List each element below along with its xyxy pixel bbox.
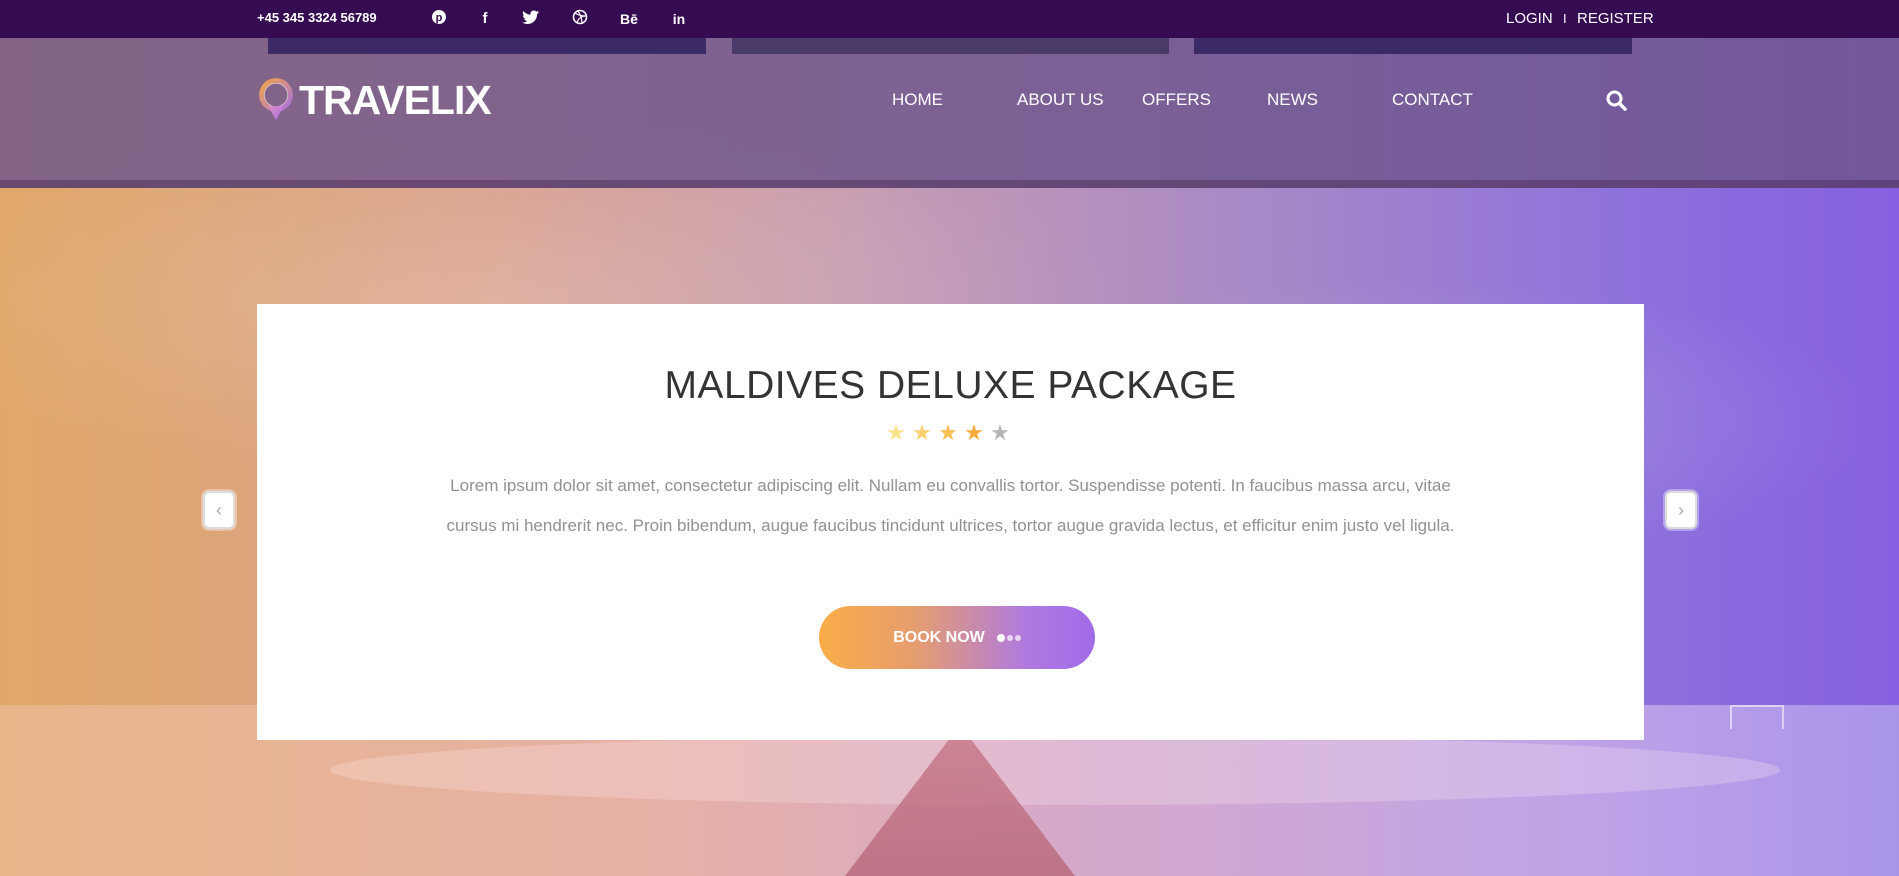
nav-home[interactable]: HOME <box>892 90 943 110</box>
twitter-icon[interactable] <box>519 9 543 29</box>
search-icon[interactable] <box>1604 88 1630 114</box>
star-icon: ★ <box>938 420 958 445</box>
facebook-icon[interactable]: f <box>473 9 497 29</box>
book-now-button[interactable]: BOOK NOW <box>819 606 1095 669</box>
hut <box>1730 705 1784 729</box>
book-now-label: BOOK NOW <box>893 628 985 646</box>
register-link[interactable]: REGISTER <box>1577 10 1654 27</box>
nav-news[interactable]: NEWS <box>1267 90 1318 110</box>
login-link[interactable]: LOGIN <box>1506 10 1553 27</box>
star-icon: ★ <box>912 420 932 445</box>
location-pin-icon <box>257 76 297 124</box>
nav-about-us[interactable]: ABOUT US <box>1017 90 1104 110</box>
star-icon: ★ <box>990 420 1010 445</box>
nav-offers[interactable]: OFFERS <box>1142 90 1211 110</box>
logo[interactable]: TRAVELIX <box>257 70 492 130</box>
header-thumbnail <box>268 38 706 54</box>
offer-description: Lorem ipsum dolor sit amet, consectetur … <box>446 476 1455 535</box>
linkedin-icon[interactable]: in <box>667 9 691 29</box>
sandbank <box>330 735 1780 805</box>
pinterest-icon[interactable]: p <box>427 9 451 29</box>
header-thumbnail <box>1194 38 1632 54</box>
auth-separator: I <box>1563 11 1567 26</box>
logo-text: TRAVELIX <box>299 76 492 123</box>
dribbble-icon[interactable] <box>568 9 592 29</box>
header-divider <box>0 180 1899 188</box>
svg-text:f: f <box>483 10 489 25</box>
offer-card: MALDIVES DELUXE PACKAGE ★ ★ ★ ★ ★ Lorem … <box>257 304 1644 740</box>
offer-title: MALDIVES DELUXE PACKAGE <box>664 364 1237 407</box>
slider-next-button[interactable]: › <box>1665 491 1697 529</box>
nav-contact[interactable]: CONTACT <box>1392 90 1473 110</box>
star-rating: ★ ★ ★ ★ ★ <box>885 422 1011 444</box>
slider-prev-button[interactable]: ‹ <box>203 491 235 529</box>
header-thumbnail <box>732 38 1169 54</box>
svg-text:p: p <box>436 12 443 24</box>
star-icon: ★ <box>886 420 906 445</box>
star-icon: ★ <box>964 420 984 445</box>
top-bar: +45 345 3324 56789 p f Bē in LOGIN I REG… <box>0 0 1899 38</box>
behance-icon[interactable]: Bē <box>617 9 641 29</box>
phone-number: +45 345 3324 56789 <box>257 10 377 25</box>
dots-icon <box>996 633 1021 642</box>
